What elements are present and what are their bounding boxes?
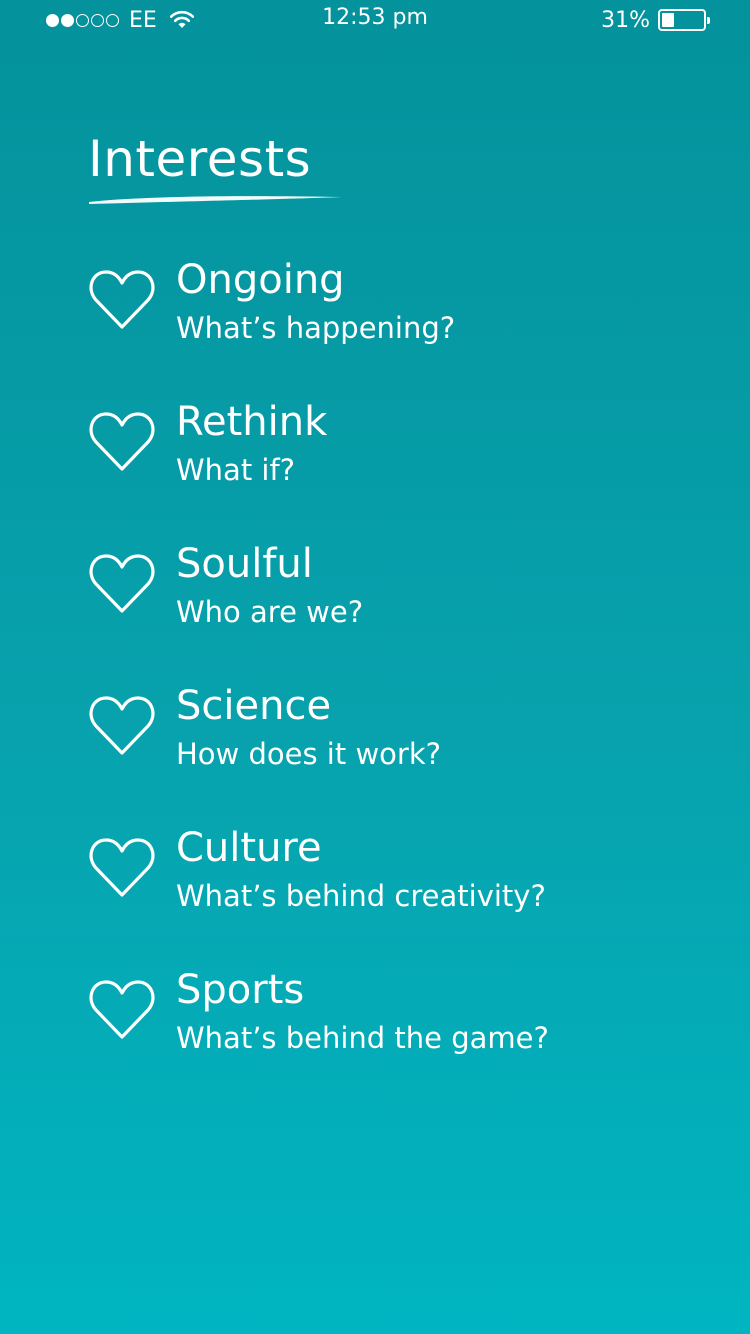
interest-subtitle: What’s behind the game? (176, 1021, 549, 1055)
interest-list: Ongoing What’s happening? Rethink What i… (88, 255, 708, 1107)
interest-text: Culture What’s behind creativity? (176, 823, 546, 919)
interest-text: Ongoing What’s happening? (176, 255, 455, 351)
interest-subtitle: Who are we? (176, 595, 364, 629)
interest-item-rethink[interactable]: Rethink What if? (88, 397, 708, 539)
interest-subtitle: What if? (176, 453, 296, 487)
interest-title: Soulful (176, 541, 313, 587)
interest-item-science[interactable]: Science How does it work? (88, 681, 708, 823)
interest-subtitle: What’s behind creativity? (176, 879, 546, 913)
status-right: 31% (601, 7, 710, 33)
interest-title: Science (176, 683, 332, 729)
interest-item-sports[interactable]: Sports What’s behind the game? (88, 965, 708, 1107)
interest-title: Rethink (176, 399, 328, 445)
heart-outline-icon[interactable] (88, 975, 156, 1041)
interest-text: Soulful Who are we? (176, 539, 363, 635)
battery-tip (707, 17, 710, 24)
interest-text: Sports What’s behind the game? (176, 965, 549, 1061)
heart-outline-icon[interactable] (88, 407, 156, 473)
interest-item-ongoing[interactable]: Ongoing What’s happening? (88, 255, 708, 397)
heart-outline-icon[interactable] (88, 691, 156, 757)
page-title: Interests (88, 130, 312, 188)
heart-outline-icon[interactable] (88, 833, 156, 899)
interest-text: Science How does it work? (176, 681, 441, 777)
title-underline (89, 196, 342, 204)
heart-outline-icon[interactable] (88, 549, 156, 615)
interest-text: Rethink What if? (176, 397, 327, 493)
heart-outline-icon[interactable] (88, 265, 156, 331)
interest-subtitle: What’s happening? (176, 311, 456, 345)
interest-subtitle: How does it work? (176, 737, 442, 771)
interest-title: Sports (176, 967, 305, 1013)
battery-percent: 31% (601, 7, 650, 33)
interest-item-soulful[interactable]: Soulful Who are we? (88, 539, 708, 681)
status-bar: EE 12:53 pm 31% (0, 0, 750, 40)
battery-fill (662, 13, 674, 27)
interest-title: Ongoing (176, 257, 345, 303)
interest-item-culture[interactable]: Culture What’s behind creativity? (88, 823, 708, 965)
battery-icon (658, 9, 710, 31)
interest-title: Culture (176, 825, 322, 871)
